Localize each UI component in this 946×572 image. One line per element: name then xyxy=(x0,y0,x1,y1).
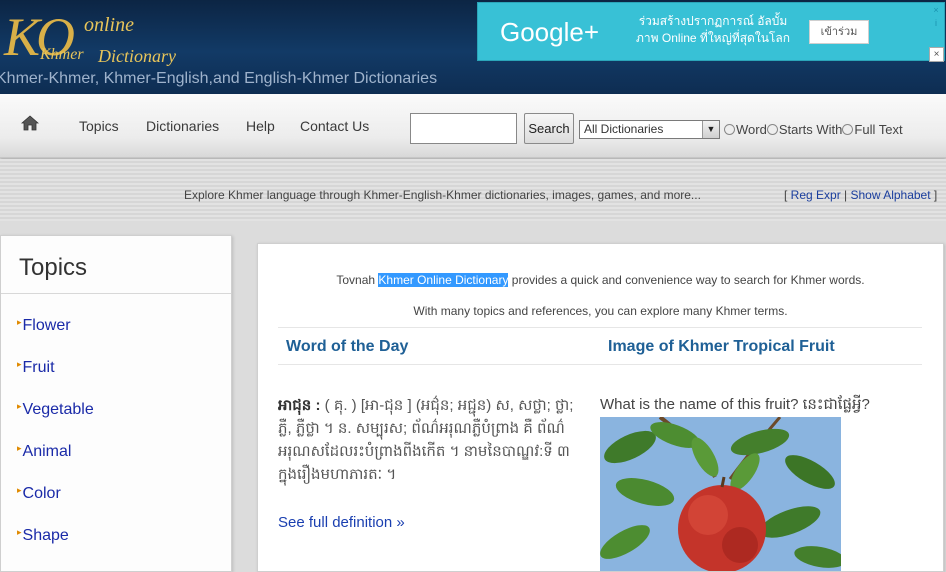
chevron-down-icon[interactable]: ▼ xyxy=(702,121,719,138)
logo-dictionary-text: Dictionary xyxy=(98,46,176,66)
home-icon[interactable] xyxy=(21,115,39,131)
word-of-the-day-heading: Word of the Day xyxy=(286,338,409,355)
radio-circle-icon[interactable] xyxy=(842,124,854,135)
sidebar-item-label: Vegetable xyxy=(22,401,94,418)
radio-starts-with-label: Starts With xyxy=(778,122,843,137)
site-tagline: Khmer-Khmer, Khmer-English,and English-K… xyxy=(0,70,438,87)
google-plus-ad-banner[interactable]: Google+ ร่วมสร้างปรากฏการณ์ อัลบั้มภาพ O… xyxy=(477,2,945,62)
sidebar-item-fruit[interactable]: ▸Fruit xyxy=(17,359,55,377)
sidebar-item-label: Fruit xyxy=(22,359,55,376)
ad-info-icon[interactable]: i xyxy=(930,17,942,29)
site-header: KO online Khmer Dictionary Khmer-Khmer, … xyxy=(0,0,946,94)
ad-brand: Google+ xyxy=(500,17,600,47)
section-headings-row: Word of the Day Image of Khmer Tropical … xyxy=(278,327,922,365)
intro-text: Tovnah Khmer Online Dictionary provides … xyxy=(258,273,943,287)
bullet-icon: ▸ xyxy=(17,527,22,537)
search-mode-radios: Word Starts With Full Text xyxy=(724,122,903,137)
dictionary-select[interactable]: All Dictionaries ▼ xyxy=(579,120,720,139)
sidebar-item-color[interactable]: ▸Color xyxy=(17,485,61,503)
word-headword: អាជុន : xyxy=(278,397,325,414)
nav-help[interactable]: Help xyxy=(246,118,275,134)
sidebar-item-vegetable[interactable]: ▸Vegetable xyxy=(17,401,94,419)
radio-circle-icon[interactable] xyxy=(724,124,735,135)
site-logo[interactable]: KO online Khmer Dictionary xyxy=(2,6,202,70)
tool-links: [ Reg Expr | Show Alphabet ] xyxy=(784,188,937,202)
sidebar-item-label: Color xyxy=(22,485,61,502)
sidebar-title: Topics xyxy=(19,254,88,281)
nav-contact-us[interactable]: Contact Us xyxy=(300,118,369,134)
nav-topics[interactable]: Topics xyxy=(79,118,119,134)
fruit-question: What is the name of this fruit? នេះជាផ្ល… xyxy=(600,396,870,413)
sidebar-item-label: Animal xyxy=(22,443,72,460)
ad-join-button[interactable]: เข้าร่วม xyxy=(809,20,869,44)
bracket-open: [ xyxy=(784,188,791,202)
bracket-close: ] xyxy=(930,188,938,202)
logo-online-text: online xyxy=(84,14,134,36)
ad-close-icon[interactable]: × xyxy=(930,4,942,16)
radio-circle-icon[interactable] xyxy=(766,124,778,135)
sidebar-item-shape[interactable]: ▸Shape xyxy=(17,527,69,545)
dictionary-select-value: All Dictionaries xyxy=(584,122,664,136)
sidebar-divider xyxy=(1,293,231,294)
radio-starts-with[interactable]: Starts With xyxy=(766,122,843,137)
radio-full-text-label: Full Text xyxy=(854,122,903,137)
explore-text: Explore Khmer language through Khmer-Eng… xyxy=(184,188,701,202)
search-input[interactable] xyxy=(410,113,517,144)
fruit-image-heading: Image of Khmer Tropical Fruit xyxy=(608,338,835,355)
radio-word-label: Word xyxy=(736,122,767,137)
bullet-icon: ▸ xyxy=(17,443,22,453)
sidebar-item-label: Shape xyxy=(22,527,69,544)
bullet-icon: ▸ xyxy=(17,359,22,369)
bullet-icon: ▸ xyxy=(17,485,22,495)
ad-dismiss-icon[interactable]: × xyxy=(929,47,944,62)
info-strip: Explore Khmer language through Khmer-Eng… xyxy=(0,159,946,221)
bullet-icon: ▸ xyxy=(17,317,22,327)
logo-khmer-text: Khmer xyxy=(40,46,84,63)
radio-word[interactable]: Word xyxy=(724,122,767,137)
link-separator: | xyxy=(840,188,851,202)
ad-text: ร่วมสร้างปรากฏการณ์ อัลบั้มภาพ Online ที… xyxy=(636,14,790,45)
sidebar-item-label: Flower xyxy=(22,317,71,334)
see-full-definition-link[interactable]: See full definition » xyxy=(278,514,405,531)
fruit-image[interactable] xyxy=(600,417,841,571)
intro-after: provides a quick and convenience way to … xyxy=(508,273,865,287)
radio-full-text[interactable]: Full Text xyxy=(842,122,903,137)
sidebar-item-animal[interactable]: ▸Animal xyxy=(17,443,71,461)
reg-expr-link[interactable]: Reg Expr xyxy=(791,188,841,202)
show-alphabet-link[interactable]: Show Alphabet xyxy=(851,188,931,202)
main-navigation-bar: Topics Dictionaries Help Contact Us Sear… xyxy=(0,94,946,158)
bullet-icon: ▸ xyxy=(17,401,22,411)
intro-highlighted-text[interactable]: Khmer Online Dictionary xyxy=(378,273,509,287)
word-of-the-day-definition: អាជុន : ( គុ. ) [អា-ជុន ] (អជ៌ុន; អជ្ជុន… xyxy=(278,394,586,486)
intro-subtext: With many topics and references, you can… xyxy=(413,304,788,318)
intro-before: Tovnah xyxy=(336,273,379,287)
sidebar-item-flower[interactable]: ▸Flower xyxy=(17,317,71,335)
topics-sidebar: Topics ▸Flower ▸Fruit ▸Vegetable ▸Animal… xyxy=(0,235,232,572)
main-content-panel: Tovnah Khmer Online Dictionary provides … xyxy=(257,243,944,572)
apple-tree-illustration xyxy=(600,417,841,571)
search-button[interactable]: Search xyxy=(524,113,574,144)
nav-dictionaries[interactable]: Dictionaries xyxy=(146,118,219,134)
